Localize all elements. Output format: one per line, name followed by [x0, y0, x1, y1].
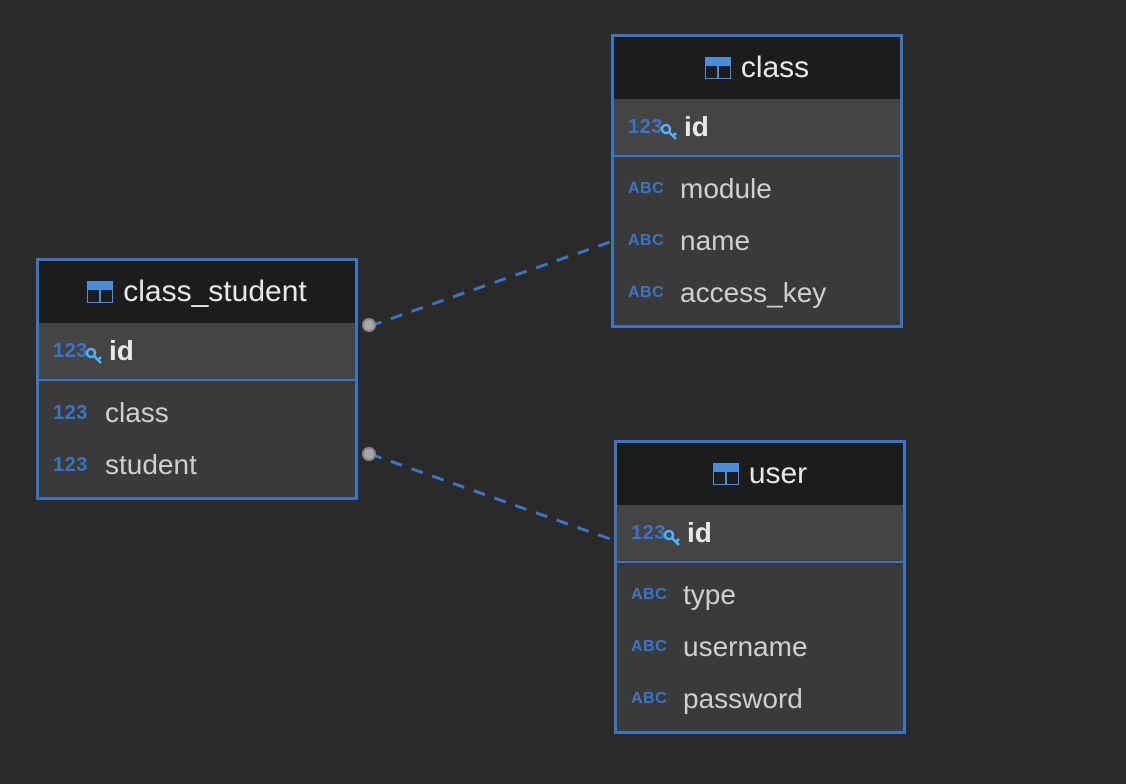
key-icon	[660, 123, 678, 141]
column-row-id[interactable]: 123 id	[39, 323, 355, 381]
type-badge-text: ABC	[631, 690, 675, 708]
type-badge-text: ABC	[628, 284, 672, 302]
relation-endpoint	[362, 318, 376, 332]
column-row-class[interactable]: 123 class	[39, 387, 355, 439]
column-row-id[interactable]: 123 id	[617, 505, 903, 563]
table-title: user	[749, 457, 807, 491]
table-header[interactable]: user	[617, 443, 903, 505]
column-row-id[interactable]: 123 id	[614, 99, 900, 157]
table-header[interactable]: class_student	[39, 261, 355, 323]
relation-endpoint	[362, 447, 376, 461]
column-name: id	[109, 335, 134, 367]
type-badge-text: ABC	[631, 586, 675, 604]
table-icon	[713, 463, 739, 485]
column-row-name[interactable]: ABC name	[614, 215, 900, 267]
table-title: class	[741, 51, 809, 85]
table-class[interactable]: class 123 id ABC module ABC name	[611, 34, 903, 328]
table-icon	[87, 281, 113, 303]
column-row-password[interactable]: ABC password	[617, 673, 903, 725]
column-name: class	[105, 397, 169, 429]
type-badge-number: 123	[53, 454, 97, 477]
type-badge-text: ABC	[628, 232, 672, 250]
column-name: access_key	[680, 277, 826, 309]
table-header[interactable]: class	[614, 37, 900, 99]
type-badge-number: 123	[53, 402, 97, 425]
key-icon	[85, 347, 103, 365]
table-user[interactable]: user 123 id ABC type ABC username	[614, 440, 906, 734]
erd-canvas[interactable]: class_student 123 id 123 class 123 stude…	[0, 0, 1126, 784]
column-name: type	[683, 579, 736, 611]
table-title: class_student	[123, 275, 306, 309]
type-badge-text: ABC	[631, 638, 675, 656]
table-icon	[705, 57, 731, 79]
column-row-username[interactable]: ABC username	[617, 621, 903, 673]
column-row-access-key[interactable]: ABC access_key	[614, 267, 900, 319]
table-class-student[interactable]: class_student 123 id 123 class 123 stude…	[36, 258, 358, 500]
column-row-type[interactable]: ABC type	[617, 569, 903, 621]
column-name: student	[105, 449, 197, 481]
column-name: username	[683, 631, 808, 663]
column-name: module	[680, 173, 772, 205]
column-name: password	[683, 683, 803, 715]
type-badge-text: ABC	[628, 180, 672, 198]
column-row-module[interactable]: ABC module	[614, 163, 900, 215]
column-name: id	[684, 111, 709, 143]
column-row-student[interactable]: 123 student	[39, 439, 355, 491]
key-icon	[663, 529, 681, 547]
column-name: name	[680, 225, 750, 257]
column-name: id	[687, 517, 712, 549]
